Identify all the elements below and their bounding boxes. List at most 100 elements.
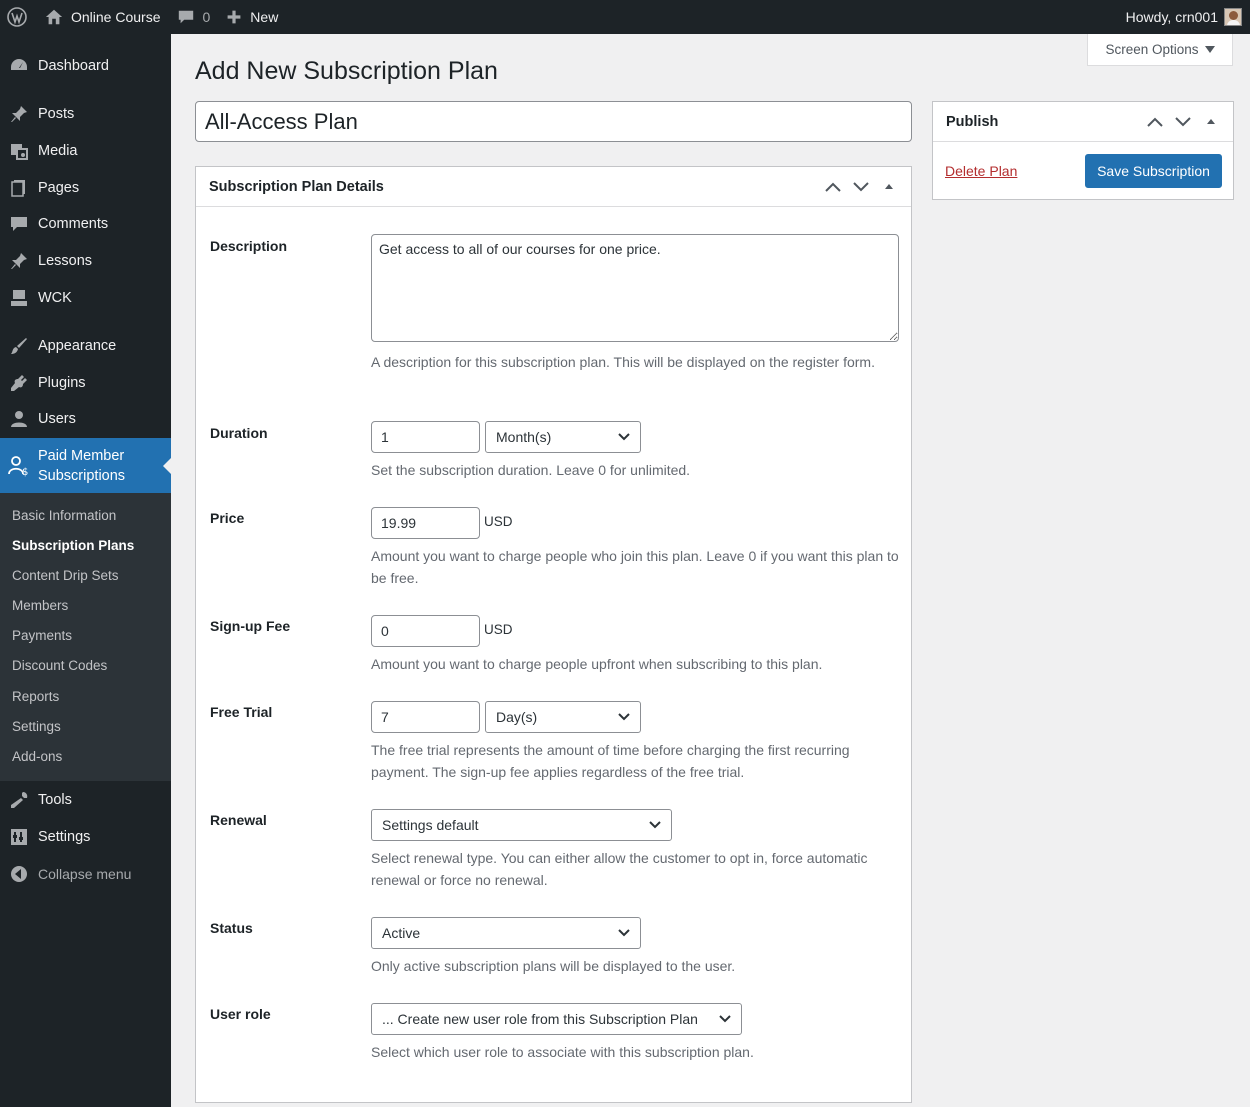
home-icon (45, 9, 63, 25)
sidebar-item-tools[interactable]: Tools (0, 782, 171, 818)
submenu-content-drip-sets[interactable]: Content Drip Sets (12, 568, 119, 583)
wrench-icon (0, 790, 38, 810)
free-trial-help: The free trial represents the amount of … (371, 742, 850, 780)
publish-box: Publish Delete Plan Save Subscription (932, 101, 1234, 200)
submenu-reports[interactable]: Reports (12, 689, 59, 704)
status-help: Only active subscription plans will be d… (371, 958, 736, 974)
sidebar-item-paid-member-subscriptions[interactable]: $ Paid Member Subscriptions (0, 438, 171, 493)
description-textarea[interactable]: Get access to all of our courses for one… (371, 234, 899, 342)
avatar (1224, 8, 1242, 26)
sidebar-item-comments[interactable]: Comments (0, 206, 171, 242)
signup-fee-input[interactable] (371, 615, 480, 647)
chevron-down-icon (618, 713, 630, 721)
signup-fee-currency: USD (484, 622, 513, 637)
toggle-panel-icon[interactable] (1202, 116, 1220, 128)
howdy-text: Howdy, crn001 (1125, 9, 1218, 25)
move-up-icon[interactable] (824, 181, 842, 193)
screen-options-button[interactable]: Screen Options (1087, 34, 1233, 66)
renewal-help: Select renewal type. You can either allo… (371, 850, 868, 888)
signup-fee-label: Sign-up Fee (210, 618, 291, 634)
submenu-members[interactable]: Members (12, 598, 68, 613)
duration-label: Duration (210, 425, 268, 441)
admin-sidebar: Dashboard Posts Media Pages Comments Les… (0, 34, 171, 1107)
plan-title-input[interactable] (195, 101, 912, 142)
move-down-icon[interactable] (1174, 116, 1192, 128)
toggle-panel-icon[interactable] (880, 181, 898, 193)
chevron-down-icon (649, 821, 661, 829)
sidebar-submenu: Basic Information Subscription Plans Con… (0, 493, 171, 781)
description-label: Description (210, 238, 288, 254)
save-subscription-button[interactable]: Save Subscription (1085, 154, 1222, 188)
price-label: Price (210, 510, 245, 526)
postbox-header: Subscription Plan Details (196, 167, 911, 207)
brush-icon (0, 336, 38, 356)
new-content-link[interactable]: New (218, 0, 286, 34)
wordpress-logo-icon[interactable] (0, 0, 37, 34)
user-icon (0, 409, 38, 429)
new-label: New (250, 9, 279, 25)
free-trial-label: Free Trial (210, 704, 273, 720)
sidebar-item-plugins[interactable]: Plugins (0, 365, 171, 401)
submenu-basic-information[interactable]: Basic Information (12, 508, 116, 523)
comment-bubble-icon (178, 10, 193, 24)
comments-count: 0 (202, 9, 211, 25)
my-account[interactable]: Howdy, crn001 (1126, 8, 1250, 26)
chevron-down-icon (618, 433, 630, 441)
svg-text:$: $ (22, 467, 28, 477)
status-select[interactable]: Active (371, 917, 641, 949)
postbox-header: Publish (933, 102, 1233, 142)
duration-unit-select[interactable]: Month(s) (485, 421, 641, 453)
free-trial-unit-select[interactable]: Day(s) (485, 701, 641, 733)
publish-title: Publish (946, 113, 999, 130)
renewal-select[interactable]: Settings default (371, 809, 672, 841)
duration-input[interactable] (371, 421, 480, 453)
admin-bar: Online Course 0 New Howdy, crn001 (0, 0, 1250, 34)
members-icon: $ (0, 455, 38, 477)
renewal-label: Renewal (210, 812, 267, 828)
pages-icon (0, 178, 38, 198)
plugin-icon (0, 373, 38, 393)
pin-icon (0, 104, 38, 124)
user-role-label: User role (210, 1006, 271, 1022)
status-label: Status (210, 920, 253, 936)
price-input[interactable] (371, 507, 480, 539)
sidebar-item-media[interactable]: Media (0, 133, 171, 169)
subscription-plan-details-box: Subscription Plan Details Description Ge… (195, 166, 912, 1103)
site-name-link[interactable]: Online Course (37, 0, 169, 34)
submenu-subscription-plans[interactable]: Subscription Plans (12, 538, 134, 553)
dashboard-icon (0, 56, 38, 76)
sidebar-item-dashboard[interactable]: Dashboard (0, 48, 171, 84)
price-currency: USD (484, 514, 513, 529)
comments-link[interactable]: 0 (169, 0, 219, 34)
user-role-select[interactable]: ... Create new user role from this Subsc… (371, 1003, 742, 1035)
submenu-settings[interactable]: Settings (12, 719, 61, 734)
page-title: Add New Subscription Plan (195, 57, 498, 85)
submenu-discount-codes[interactable]: Discount Codes (12, 658, 107, 673)
move-up-icon[interactable] (1146, 116, 1164, 128)
user-role-help: Select which user role to associate with… (371, 1044, 754, 1060)
delete-plan-link[interactable]: Delete Plan (945, 163, 1017, 179)
postbox-title: Subscription Plan Details (209, 178, 384, 195)
move-down-icon[interactable] (852, 181, 870, 193)
caret-down-icon (1204, 45, 1215, 53)
price-help: Amount you want to charge people who joi… (371, 548, 899, 586)
sidebar-item-posts[interactable]: Posts (0, 96, 171, 132)
chevron-down-icon (719, 1015, 731, 1023)
submenu-payments[interactable]: Payments (12, 628, 72, 643)
media-icon (0, 141, 38, 161)
site-name: Online Course (71, 9, 161, 25)
pin-icon (0, 251, 38, 271)
sidebar-item-users[interactable]: Users (0, 401, 171, 437)
description-help: A description for this subscription plan… (371, 354, 875, 370)
sidebar-item-settings[interactable]: Settings (0, 819, 171, 855)
sidebar-item-wck[interactable]: WCK (0, 280, 171, 316)
sidebar-item-appearance[interactable]: Appearance (0, 328, 171, 364)
chevron-down-icon (618, 929, 630, 937)
collapse-menu-button[interactable]: Collapse menu (0, 856, 171, 892)
submenu-add-ons[interactable]: Add-ons (12, 749, 62, 764)
settings-icon (0, 827, 38, 847)
sidebar-item-pages[interactable]: Pages (0, 170, 171, 206)
free-trial-input[interactable] (371, 701, 480, 733)
sidebar-item-lessons[interactable]: Lessons (0, 243, 171, 279)
wck-icon (0, 288, 38, 308)
